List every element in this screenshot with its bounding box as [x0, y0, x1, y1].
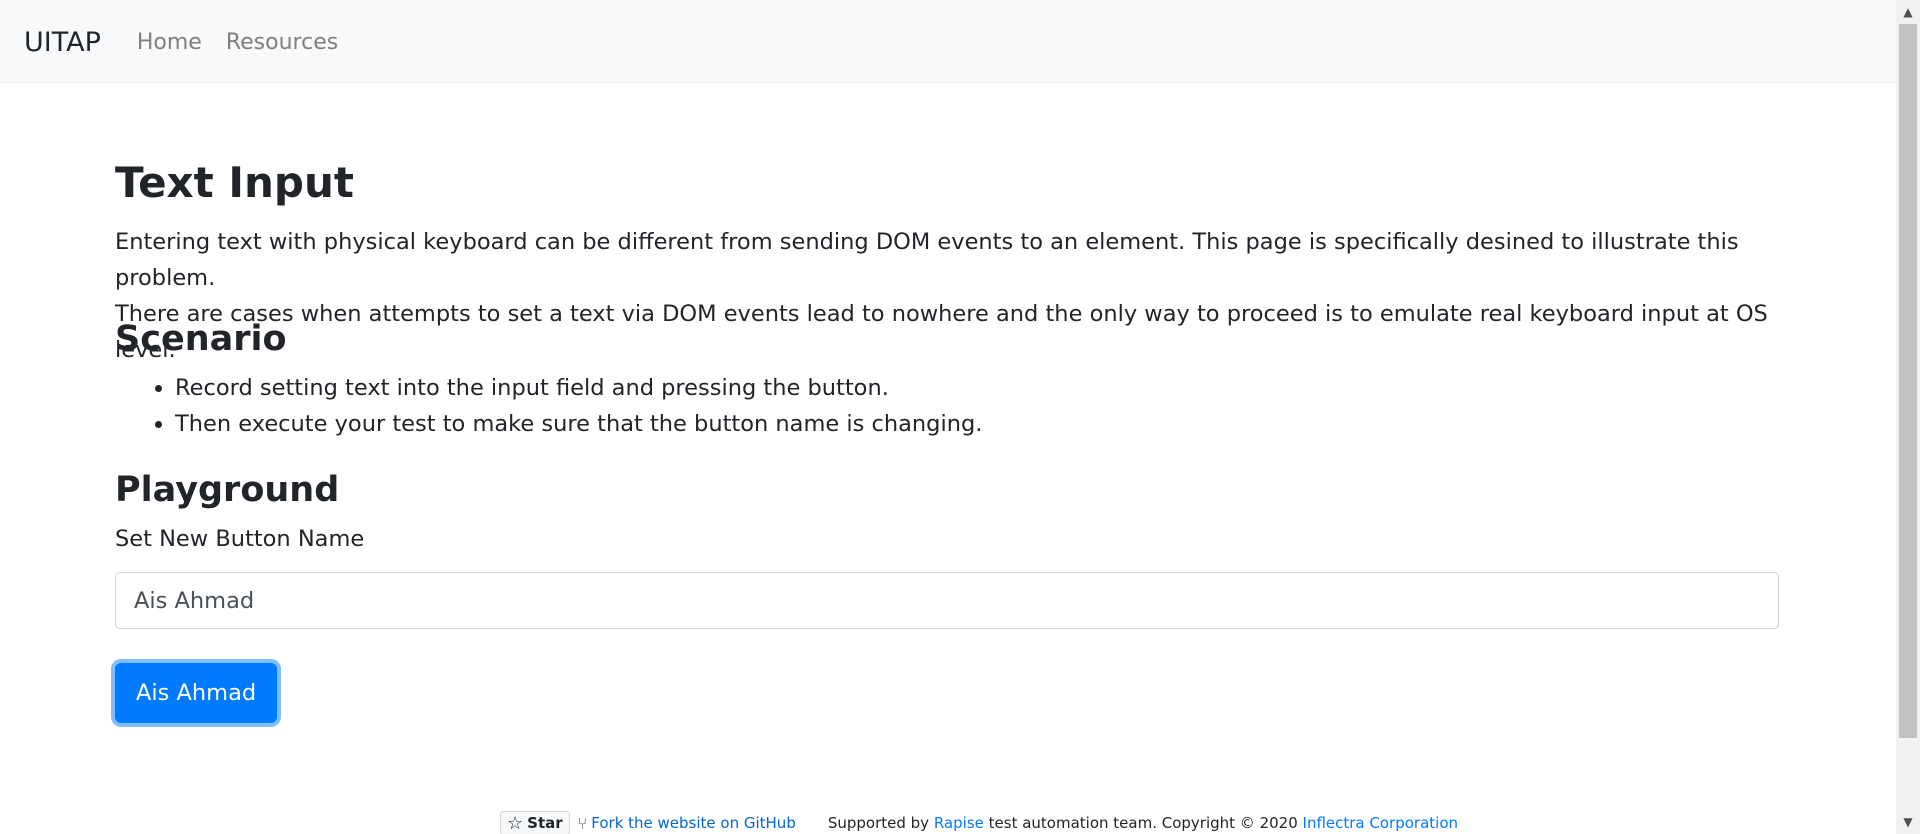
fork-icon: ⑂ — [577, 813, 588, 833]
vertical-scrollbar[interactable]: ▲ ▼ — [1896, 0, 1920, 834]
rapise-link[interactable]: Rapise — [934, 814, 984, 832]
scenario-heading: Scenario — [115, 319, 287, 359]
supported-by-text: Supported by Rapise test automation team… — [828, 814, 1458, 832]
scenario-item: Record setting text into the input field… — [175, 370, 982, 406]
description-line-1: Entering text with physical keyboard can… — [115, 229, 1739, 291]
brand-logo[interactable]: UITAP — [24, 27, 101, 58]
scroll-down-arrow-icon[interactable]: ▼ — [1896, 812, 1920, 832]
inflectra-link[interactable]: Inflectra Corporation — [1303, 814, 1458, 832]
description-line-2: There are cases when attempts to set a t… — [115, 301, 1768, 363]
github-star-button[interactable]: ☆ Star — [500, 811, 570, 834]
footer: ☆ Star ⑂ Fork the website on GitHub Supp… — [500, 810, 1458, 834]
scenario-item: Then execute your test to make sure that… — [175, 406, 982, 442]
updating-button[interactable]: Ais Ahmad — [115, 663, 278, 723]
nav-resources-link[interactable]: Resources — [226, 30, 338, 55]
scenario-list: Record setting text into the input field… — [115, 370, 982, 442]
description: Entering text with physical keyboard can… — [115, 224, 1780, 368]
new-button-name-input[interactable] — [115, 572, 1779, 629]
supported-prefix: Supported by — [827, 814, 930, 832]
playground-heading: Playground — [115, 470, 340, 510]
navbar: UITAP Home Resources — [0, 0, 1896, 84]
page-title: Text Input — [115, 158, 354, 207]
scroll-up-arrow-icon[interactable]: ▲ — [1896, 2, 1920, 22]
star-label: Star — [527, 814, 563, 832]
scrollbar-thumb[interactable] — [1899, 24, 1917, 738]
fork-github-link[interactable]: Fork the website on GitHub — [591, 814, 796, 832]
nav-home-link[interactable]: Home — [137, 30, 202, 55]
new-button-name-label: Set New Button Name — [115, 526, 365, 552]
copyright-text: test automation team. Copyright © 2020 — [988, 814, 1298, 832]
star-icon: ☆ — [507, 812, 524, 834]
